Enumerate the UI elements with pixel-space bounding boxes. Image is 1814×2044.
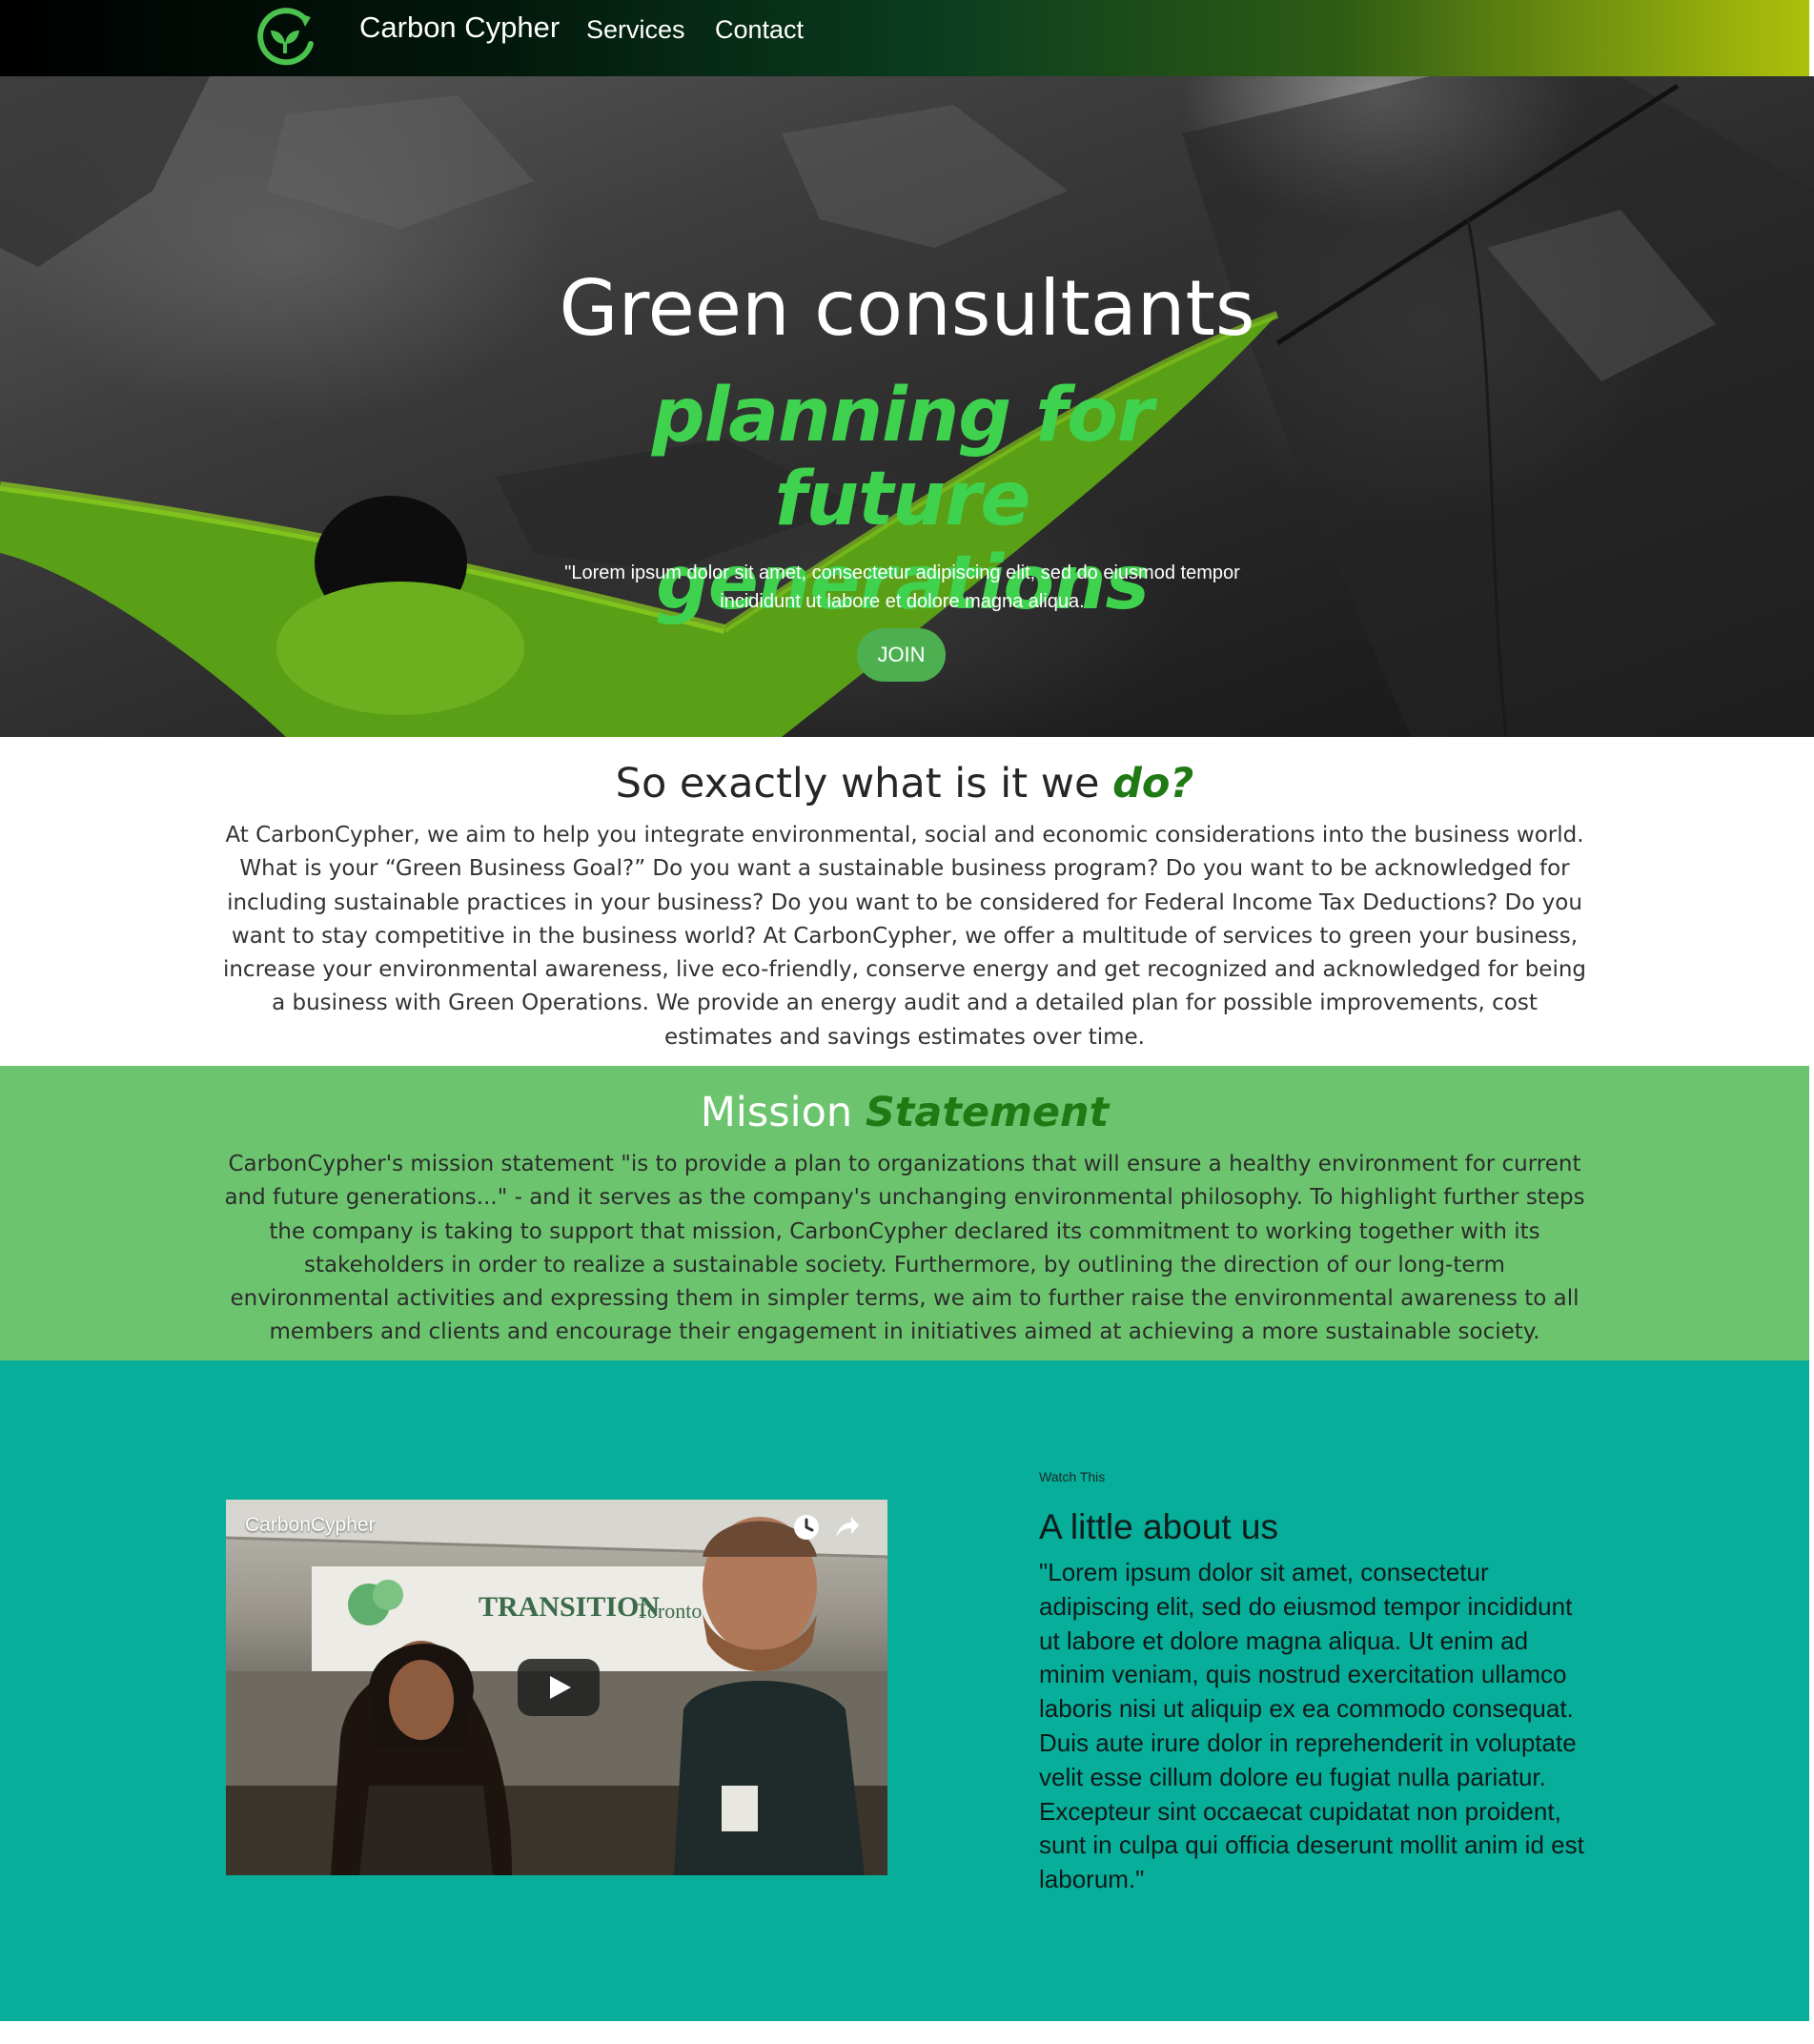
mission-body: CarbonCypher's mission statement "is to … <box>224 1152 1585 1345</box>
play-icon[interactable] <box>518 1659 600 1716</box>
mission-heading: Mission Statement <box>0 1087 1809 1138</box>
clock-icon[interactable] <box>792 1513 821 1542</box>
page-edge <box>1809 0 1814 76</box>
heading-accent-text: do? <box>1112 760 1194 807</box>
hero-section: Green consultants planning for future ge… <box>0 76 1814 737</box>
what-we-do-body: At CarbonCypher, we aim to help you inte… <box>222 823 1587 1050</box>
heading-plain-text: Mission <box>700 1089 866 1136</box>
hero-title: Green consultants <box>559 264 1255 353</box>
about-title: A little about us <box>1039 1507 1278 1546</box>
what-we-do-section: So exactly what is it we do? At CarbonCy… <box>0 737 1809 1066</box>
hero-quote: "Lorem ipsum dolor sit amet, consectetur… <box>564 562 1240 612</box>
video-banner-text: TRANSITION <box>479 1591 660 1623</box>
brand-name[interactable]: Carbon Cypher <box>359 10 560 45</box>
heading-accent-text: Statement <box>865 1089 1110 1136</box>
heading-plain-text: So exactly what is it we <box>615 760 1113 807</box>
logo-icon[interactable] <box>246 0 324 76</box>
about-eyebrow: Watch This <box>1039 1469 1106 1484</box>
top-navbar: Carbon Cypher Services Contact <box>0 0 1814 76</box>
about-body: "Lorem ipsum dolor sit amet, consectetur… <box>1039 1558 1584 1894</box>
nav-link-contact[interactable]: Contact <box>715 13 804 46</box>
video-title[interactable]: CarbonCypher <box>245 1513 376 1538</box>
join-button[interactable]: JOIN <box>857 628 946 682</box>
what-we-do-heading: So exactly what is it we do? <box>0 758 1809 809</box>
video-banner-subtext: Toronto <box>636 1599 702 1623</box>
nav-link-services[interactable]: Services <box>586 13 685 46</box>
mission-section: Mission Statement CarbonCypher's mission… <box>0 1066 1809 1360</box>
video-player[interactable]: TRANSITION Toronto CarbonCypher <box>226 1500 887 1875</box>
page-footer-gap <box>0 2021 1814 2044</box>
about-section: TRANSITION Toronto CarbonCypher Watch Th… <box>0 1360 1809 2021</box>
share-icon[interactable] <box>832 1513 861 1542</box>
